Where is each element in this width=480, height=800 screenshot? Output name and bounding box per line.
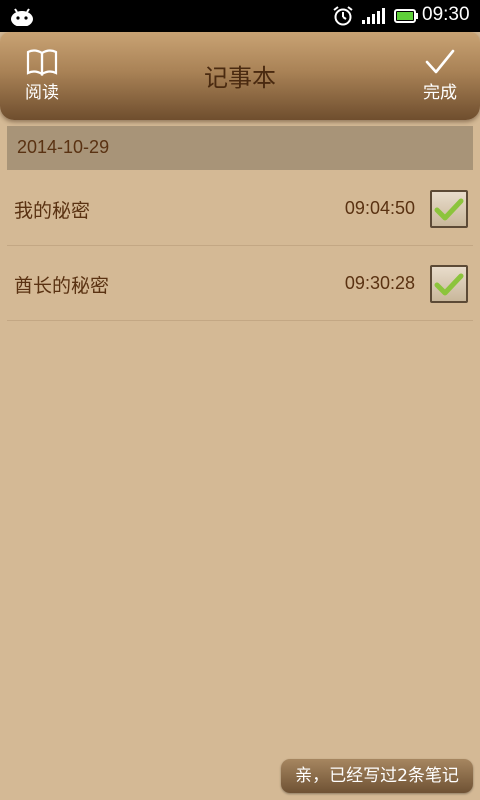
note-checkbox[interactable] — [430, 190, 468, 228]
note-title: 酋长的秘密 — [14, 275, 110, 297]
done-button-label: 完成 — [423, 83, 457, 103]
note-title: 我的秘密 — [14, 200, 91, 222]
check-icon — [434, 273, 464, 296]
list-item[interactable]: 我的秘密 09:04:50 — [7, 171, 473, 246]
note-time: 09:04:50 — [344, 198, 415, 218]
note-count-badge: 亲，已经写过2条笔记 — [281, 759, 473, 793]
signal-icon — [362, 8, 385, 24]
checkmark-icon — [425, 49, 455, 74]
status-bar: 09:30 — [0, 0, 480, 32]
done-button[interactable]: 完成 — [410, 48, 470, 110]
app-header: 阅读 记事本 完成 — [0, 32, 480, 120]
date-label: 2014-10-29 — [17, 137, 110, 157]
list-item[interactable]: 酋长的秘密 09:30:28 — [7, 246, 473, 321]
battery-icon — [394, 9, 418, 23]
android-icon — [11, 8, 33, 26]
note-time: 09:30:28 — [344, 273, 415, 293]
status-time: 09:30 — [422, 4, 470, 25]
check-icon — [434, 198, 464, 221]
page-title: 记事本 — [204, 64, 276, 92]
note-checkbox[interactable] — [430, 265, 468, 303]
alarm-icon — [333, 6, 353, 26]
date-group-header: 2014-10-29 — [7, 126, 473, 170]
